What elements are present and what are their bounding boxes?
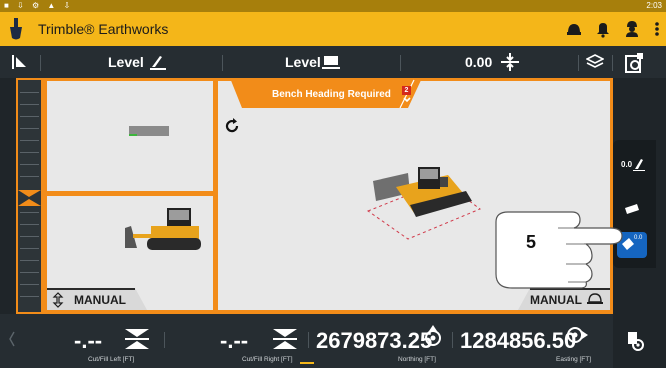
easting-label: Easting [FT] bbox=[556, 356, 592, 363]
offset-value: 0.0 bbox=[621, 160, 633, 169]
blade-offset-value: 0.0 bbox=[634, 235, 643, 241]
helmet-icon[interactable] bbox=[566, 20, 582, 38]
elevation-offset-icon bbox=[501, 53, 519, 71]
chevron-left-icon[interactable] bbox=[8, 330, 16, 348]
status-bar: ■ ⇩ ⚙ ▲ ⇩ 2:03 bbox=[0, 0, 666, 12]
left-mode-label: Level bbox=[108, 54, 144, 70]
status-icons: ■ ⇩ ⚙ ▲ ⇩ bbox=[4, 1, 74, 10]
on-grade-icon bbox=[125, 329, 149, 349]
earthworks-screen: ■ ⇩ ⚙ ▲ ⇩ 2:03 Trimble® Earthworks Level… bbox=[0, 0, 666, 368]
northing-value: 2679873.25 bbox=[316, 328, 433, 353]
on-grade-chevron-icon bbox=[18, 190, 41, 206]
app-title-bar: Trimble® Earthworks bbox=[0, 12, 666, 46]
operator-icon[interactable] bbox=[624, 20, 640, 38]
title-bar-actions bbox=[566, 20, 660, 38]
lightbar-toggle-icon[interactable] bbox=[10, 54, 28, 70]
tutorial-hand-pointer bbox=[495, 211, 623, 289]
blade-level-icon bbox=[150, 56, 166, 70]
cross-section-blade-icon bbox=[129, 126, 169, 136]
easting-icon bbox=[567, 327, 588, 343]
guidance-toolbar: Level Level 0.00 bbox=[0, 46, 666, 78]
cut-fill-left-value: -.-- bbox=[74, 328, 103, 353]
vertical-arrows-icon bbox=[52, 292, 64, 308]
machine-settings-icon[interactable] bbox=[626, 330, 646, 352]
offset-button[interactable]: 0.0 bbox=[617, 153, 647, 179]
offset-icon bbox=[633, 159, 645, 171]
machine-tilt-icon bbox=[587, 293, 603, 304]
elevation-offset-button[interactable]: 0.00 bbox=[465, 46, 492, 78]
settings-panel-icon[interactable] bbox=[624, 52, 646, 74]
easting-value: 1284856.50 bbox=[460, 328, 577, 353]
alert-text: Bench Heading Required bbox=[272, 89, 391, 100]
alert-count-badge: 2 bbox=[402, 86, 411, 95]
cut-fill-right-label: Cut/Fill Right [FT] bbox=[242, 356, 293, 363]
app-title: Trimble® Earthworks bbox=[38, 21, 169, 37]
on-grade-icon bbox=[273, 329, 297, 349]
chevron-down-icon[interactable] bbox=[403, 97, 411, 103]
cut-fill-left-label: Cut/Fill Left [FT] bbox=[88, 356, 135, 363]
status-time: 2:03 bbox=[646, 1, 662, 10]
manual-mode-right[interactable]: MANUAL bbox=[518, 288, 610, 310]
flat-blade-icon bbox=[322, 56, 340, 69]
northing-icon bbox=[425, 325, 441, 346]
bottom-info-bar: -.-- Cut/Fill Left [FT] -.-- Cut/Fill Ri… bbox=[0, 314, 613, 368]
northing-label: Northing [FT] bbox=[398, 356, 436, 363]
refresh-icon[interactable] bbox=[223, 117, 241, 135]
center-mode-label: Level bbox=[285, 54, 321, 70]
tutorial-step-number: 5 bbox=[526, 232, 537, 252]
lightbar bbox=[16, 78, 43, 314]
more-menu-icon[interactable] bbox=[654, 20, 660, 38]
manual-label-right: MANUAL bbox=[530, 293, 582, 307]
left-mode-button[interactable]: Level bbox=[108, 46, 144, 78]
bell-icon[interactable] bbox=[596, 20, 610, 38]
page-indicator bbox=[300, 362, 314, 364]
cut-fill-right-value: -.-- bbox=[220, 328, 249, 353]
elevation-offset-value: 0.00 bbox=[465, 54, 493, 70]
layers-icon[interactable] bbox=[586, 54, 604, 70]
center-mode-button[interactable]: Level bbox=[285, 46, 321, 78]
cross-section-pane[interactable] bbox=[47, 81, 213, 191]
manual-label-left: MANUAL bbox=[74, 293, 126, 307]
manual-mode-left[interactable]: MANUAL bbox=[47, 288, 147, 310]
shovel-icon bbox=[10, 18, 22, 40]
